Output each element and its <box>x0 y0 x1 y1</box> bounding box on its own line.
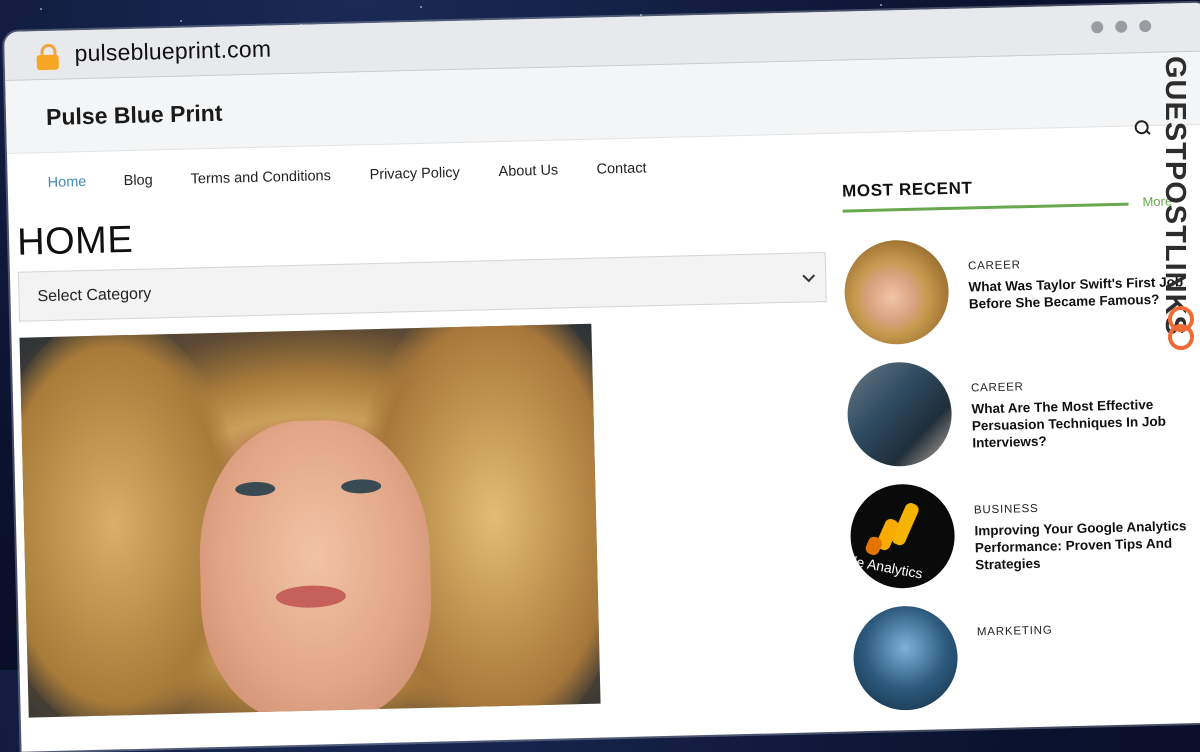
window-dot-icon[interactable] <box>1091 21 1104 34</box>
post-thumbnail[interactable] <box>846 360 953 468</box>
browser-window: pulseblueprint.com Pulse Blue Print Home… <box>4 2 1200 752</box>
sidebar-heading: MOST RECENT <box>841 178 973 201</box>
nav-item-contact[interactable]: Contact <box>596 160 646 177</box>
thumbnail-text: gle Analytics <box>849 551 924 582</box>
post-category[interactable]: CAREER <box>971 381 1024 394</box>
search-icon[interactable] <box>1134 120 1151 136</box>
category-select-label: Select Category <box>37 285 152 306</box>
post-category[interactable]: CAREER <box>968 259 1021 272</box>
window-dot-icon[interactable] <box>1139 19 1152 33</box>
post-category[interactable]: BUSINESS <box>974 503 1039 517</box>
list-item[interactable]: gle Analytics BUSINESS Improving Your Go… <box>849 477 1200 596</box>
url-text[interactable]: pulseblueprint.com <box>74 35 271 67</box>
window-controls <box>1091 19 1152 34</box>
post-title[interactable]: Improving Your Google Analytics Performa… <box>974 517 1197 573</box>
post-thumbnail[interactable] <box>843 239 950 346</box>
post-title[interactable] <box>977 639 1199 644</box>
nav-item-privacy[interactable]: Privacy Policy <box>369 165 460 183</box>
post-thumbnail[interactable]: gle Analytics <box>849 482 956 590</box>
category-select[interactable]: Select Category <box>17 251 827 322</box>
site-title[interactable]: Pulse Blue Print <box>46 100 223 131</box>
nav-item-blog[interactable]: Blog <box>123 172 152 189</box>
post-title[interactable]: What Are The Most Effective Persuasion T… <box>971 395 1194 451</box>
nav-item-about[interactable]: About Us <box>498 163 558 180</box>
nav-item-terms[interactable]: Terms and Conditions <box>190 168 331 187</box>
post-category[interactable]: MARKETING <box>977 625 1053 639</box>
chain-link-icon <box>1168 306 1194 350</box>
list-item[interactable]: CAREER What Was Taylor Swift's First Job… <box>843 233 1196 352</box>
sidebar-divider <box>842 202 1129 213</box>
guestpostlinks-watermark: GUESTPOSTLINKS <box>1158 56 1200 356</box>
lock-icon <box>36 43 59 71</box>
nav-item-home[interactable]: Home <box>48 174 87 191</box>
post-thumbnail[interactable] <box>852 604 959 712</box>
list-item[interactable]: CAREER What Are The Most Effective Persu… <box>846 355 1199 474</box>
window-dot-icon[interactable] <box>1115 20 1128 33</box>
page-title: HOME <box>16 218 134 264</box>
featured-post-image[interactable] <box>19 323 601 718</box>
watermark-text: GUESTPOSTLINKS <box>1159 56 1191 336</box>
list-item[interactable]: MARKETING <box>852 599 1200 718</box>
chevron-down-icon <box>802 269 816 283</box>
